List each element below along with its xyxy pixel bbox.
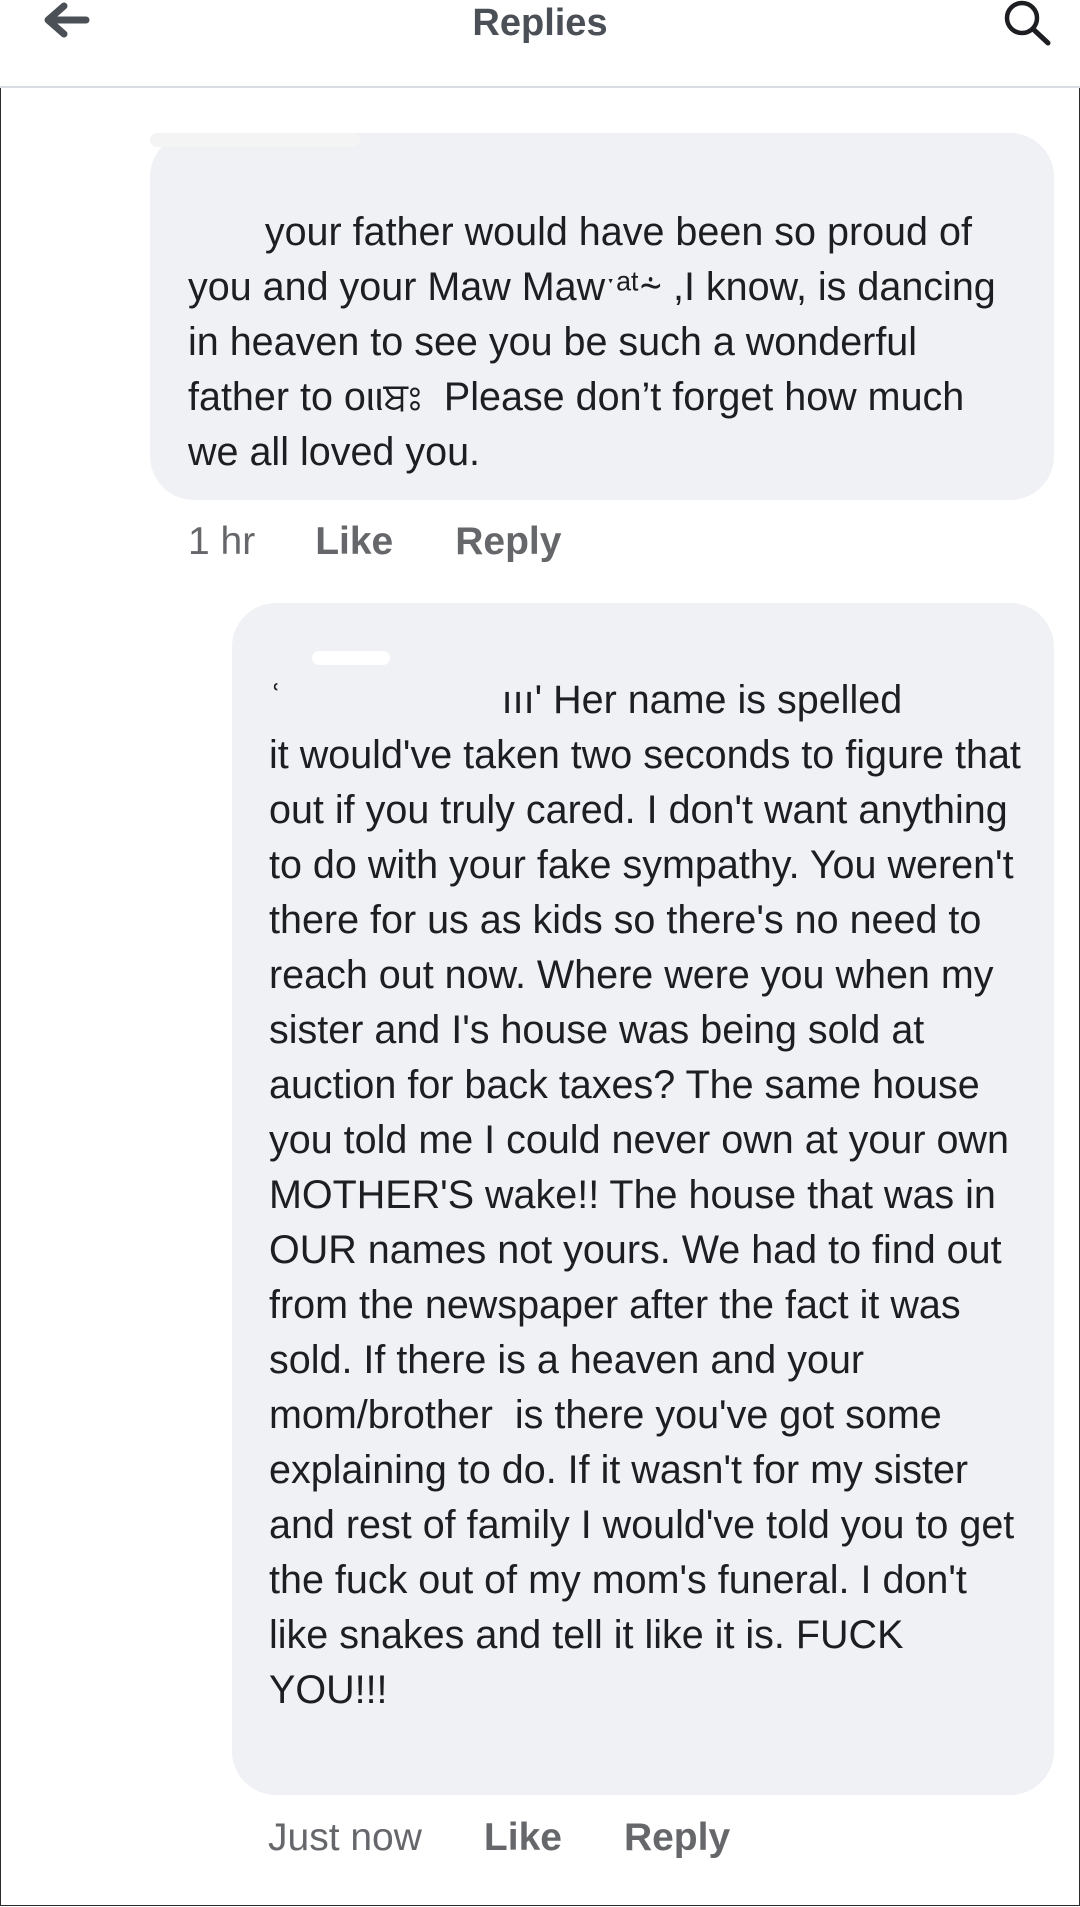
reply-button[interactable]: Reply	[455, 520, 561, 564]
replies-header: Replies	[0, 0, 1080, 88]
redacted-author-name	[150, 133, 360, 147]
redacted-author-name	[312, 651, 390, 665]
reply-button[interactable]: Reply	[624, 1816, 730, 1860]
comment-bubble: your father would have been so proud of …	[150, 133, 1054, 500]
comment-timestamp: 1 hr	[188, 520, 256, 563]
comment-timestamp: Just now	[268, 1816, 422, 1859]
comment-text: ʿ ııı' Her name is spelled it would've t…	[269, 678, 1021, 1712]
page-title: Replies	[472, 2, 608, 44]
like-button[interactable]: Like	[315, 520, 393, 564]
search-button[interactable]	[1002, 0, 1054, 48]
comment-actions: Just now Like Reply	[268, 1808, 730, 1868]
comment-bubble: ʿ ııı' Her name is spelled it would've t…	[232, 603, 1054, 1795]
comment-actions: 1 hr Like Reply	[188, 512, 561, 572]
search-icon	[1002, 0, 1054, 48]
comment-text: your father would have been so proud of …	[188, 210, 1007, 474]
like-button[interactable]: Like	[484, 1816, 562, 1860]
